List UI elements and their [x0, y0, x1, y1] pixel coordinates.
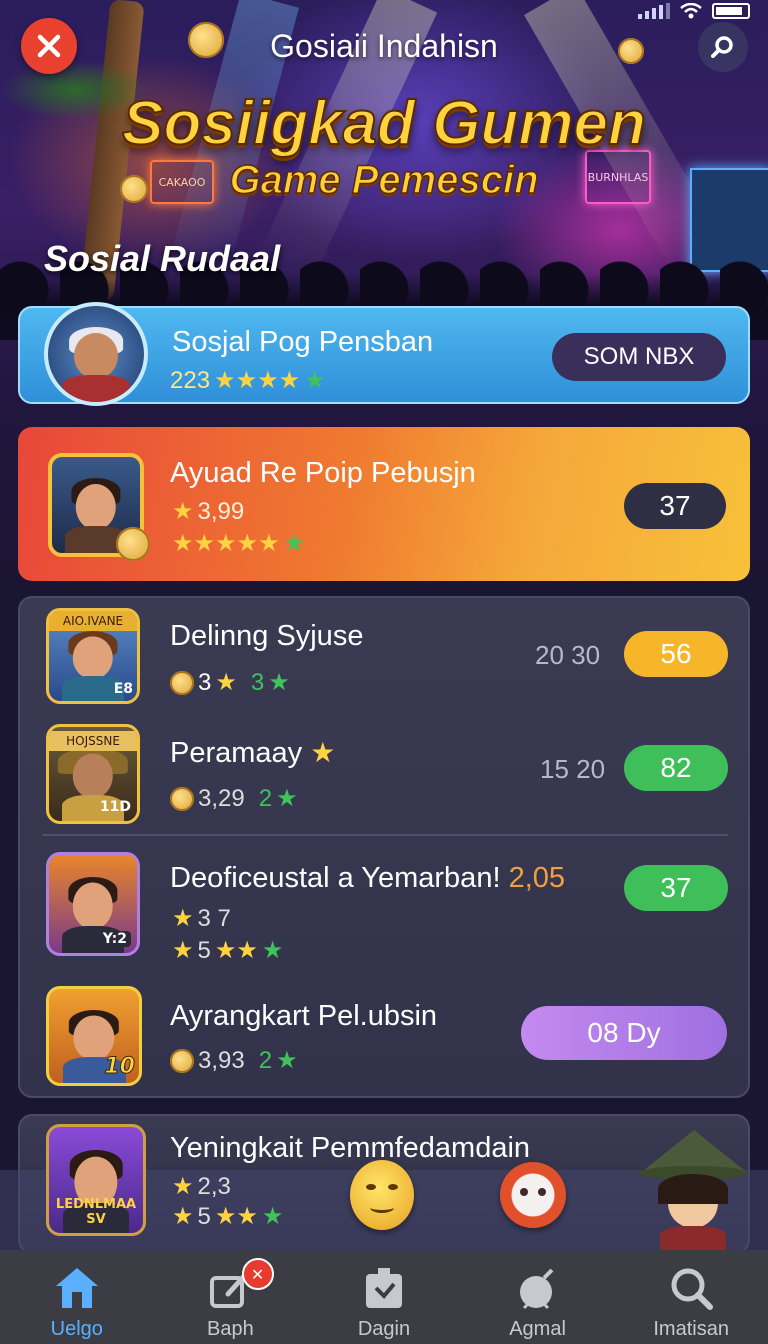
coin-icon — [170, 670, 194, 695]
search-icon — [671, 1268, 714, 1310]
avatar-corner: 10 — [104, 1054, 136, 1080]
player-name: Ayuad Re Poip Pebusjn — [170, 457, 476, 489]
list-item-stars: ★ 5 ★★ ★ — [172, 1202, 284, 1231]
list-item-pill[interactable]: 08 Dy — [521, 1006, 727, 1060]
action-button[interactable]: SOM NBX — [552, 333, 726, 381]
list-item-score: 15 20 — [540, 754, 606, 784]
star-icon: ★★★★★ — [172, 530, 280, 557]
star-icon: ★ — [172, 1203, 194, 1230]
list-item-pill[interactable]: 82 — [624, 745, 728, 791]
list-item-meta: 3,29 2 ★ — [170, 784, 298, 813]
rating: ★ 3,99 — [172, 497, 244, 526]
nav-item-agmal[interactable]: Agmal — [461, 1250, 615, 1344]
notification-badge-icon: ✕ — [241, 1258, 274, 1290]
nav-item-home[interactable]: Uelgo — [0, 1250, 154, 1344]
star-icon: ★ — [276, 1047, 298, 1074]
list-item-meta: 3,93 2 ★ — [170, 1046, 298, 1075]
star-rating: ★★★★★ ★ — [172, 529, 305, 558]
witch-character — [638, 1130, 748, 1250]
star-icon: ★ — [215, 669, 237, 696]
battery-icon — [712, 3, 750, 19]
nav-item-baph[interactable]: ✕ Baph — [154, 1250, 308, 1344]
list-avatar: AIO.IVANE E8 — [46, 608, 140, 704]
avatar-label: LEDNLMAA — [55, 1197, 137, 1212]
bottom-nav: Uelgo ✕ Baph Dagin Agmal Imatisan — [0, 1250, 768, 1344]
rating-count: 223 — [170, 366, 211, 394]
nav-item-imatisan[interactable]: Imatisan — [614, 1250, 768, 1344]
star-icon: ★ — [310, 737, 336, 768]
star-icon: ★★ — [214, 1203, 258, 1230]
list-item-pill[interactable]: 37 — [624, 865, 728, 911]
list-avatar: Y:2 — [46, 852, 140, 956]
avatar-corner: E8 — [113, 681, 133, 697]
list-item-score: 20 30 — [535, 640, 601, 670]
star-icon: ★ — [172, 937, 194, 964]
avatar-corner: Y:2 — [98, 931, 131, 947]
star-icon: ★ — [261, 1203, 284, 1230]
status-bar — [638, 0, 750, 22]
star-icon: ★ — [276, 785, 298, 812]
star-icon: ★ — [304, 367, 326, 394]
home-icon — [55, 1268, 98, 1308]
coin-icon — [170, 1048, 194, 1073]
nav-item-dagin[interactable]: Dagin — [307, 1250, 461, 1344]
rating: 223 ★★★★ ★ — [170, 366, 326, 395]
coin-icon — [170, 786, 194, 811]
signal-icon — [638, 3, 670, 19]
wifi-icon — [680, 2, 702, 19]
score-badge: 37 — [624, 483, 726, 529]
list-item-name: Peramaay ★ — [170, 737, 336, 769]
avatar-tag: AIO.IVANE — [49, 611, 137, 631]
star-icon: ★ — [283, 530, 306, 557]
list-avatar: HOJSSNE 11D — [46, 724, 140, 824]
page-title: Gosiaii Indahisn — [270, 28, 498, 64]
player-name: Sosjal Pog Pensban — [172, 326, 434, 358]
list-item-meta: ★ 3 7 — [172, 904, 231, 933]
player-avatar — [44, 302, 148, 406]
list-item-name: Delinng Syjuse — [170, 620, 364, 652]
golden-mask-emoji-icon[interactable] — [350, 1160, 414, 1230]
divider — [42, 834, 728, 836]
star-icon: ★ — [261, 937, 284, 964]
star-icon: ★★ — [214, 937, 258, 964]
list-item-meta: ★ 2,3 — [172, 1172, 231, 1201]
list-avatar: LEDNLMAA SV — [46, 1124, 146, 1236]
star-icon: ★ — [172, 1173, 194, 1200]
star-icon: ★ — [268, 669, 290, 696]
list-item-pill[interactable]: 56 — [624, 631, 728, 677]
list-avatar: 10 — [46, 986, 142, 1086]
list-item-name: Yeningkait Pemmfedamdain — [170, 1132, 531, 1164]
list-item-stars: ★ 5 ★★ ★ — [172, 936, 284, 965]
list-item-name: Deoficeustal a Yemarban! 2,05 — [170, 862, 566, 894]
download-icon — [365, 1268, 402, 1308]
avatar-corner: 11D — [99, 799, 131, 815]
list-item-name: Ayrangkart Pel.ubsin — [170, 1000, 438, 1032]
rating-value: 3,99 — [197, 497, 245, 525]
star-icon: ★★★★ — [214, 367, 301, 394]
list-item-meta: 3 ★ 3 ★ — [170, 668, 290, 697]
star-icon: ★ — [172, 498, 194, 525]
featured-card-orange[interactable]: Ayuad Re Poip Pebusjn ★ 3,99 ★★★★★ ★ 37 — [18, 427, 750, 581]
game-logo-title: Sosiigkad Gumen — [121, 88, 647, 159]
coin-icon — [116, 527, 150, 561]
section-title: Sosial Rudaal — [44, 238, 281, 279]
avatar-corner: SV — [86, 1212, 106, 1227]
featured-card-blue[interactable]: Sosjal Pog Pensban 223 ★★★★ ★ SOM NBX — [18, 302, 750, 406]
avatar-tag: HOJSSNE — [49, 731, 137, 751]
star-icon: ★ — [172, 905, 194, 932]
bomb-icon — [519, 1268, 553, 1310]
game-logo-subtitle: Game Pemescin — [229, 157, 540, 203]
cat-mask-emoji-icon[interactable] — [500, 1162, 566, 1228]
